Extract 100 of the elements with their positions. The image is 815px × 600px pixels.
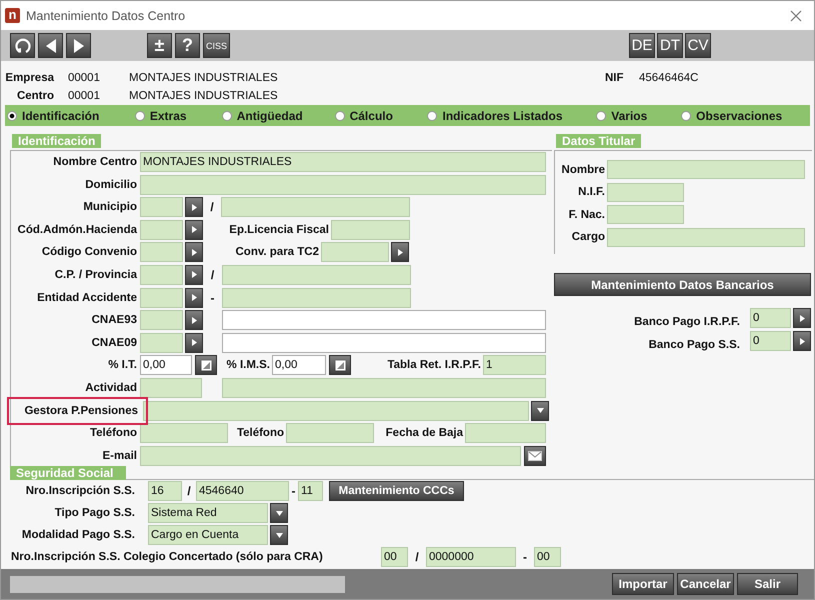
text-field[interactable] xyxy=(331,220,410,240)
text-field[interactable]: 00 xyxy=(381,547,408,567)
footer-button[interactable]: Importar xyxy=(612,573,674,595)
separator-text: / xyxy=(209,200,215,214)
text-field[interactable] xyxy=(140,288,183,308)
lookup-button[interactable] xyxy=(185,288,203,308)
tab-label[interactable]: Extras xyxy=(150,108,187,122)
text-field[interactable]: 0 xyxy=(750,308,791,328)
field-label: Tipo Pago S.S. xyxy=(54,507,135,519)
text-field[interactable] xyxy=(286,423,374,444)
tab-label[interactable]: Indicadores Listados xyxy=(442,108,563,122)
refresh-button[interactable] xyxy=(10,33,35,58)
text-field[interactable]: 11 xyxy=(298,481,323,501)
separator-text: / xyxy=(210,268,216,282)
text-field[interactable] xyxy=(222,288,411,308)
toolbar-button[interactable]: ± xyxy=(147,33,172,58)
right-triangle-icon xyxy=(190,316,198,325)
text-field[interactable] xyxy=(140,446,521,466)
field-label: Empresa xyxy=(4,72,54,84)
text-field[interactable] xyxy=(140,423,228,444)
lookup-button[interactable] xyxy=(793,308,811,328)
text-field[interactable] xyxy=(221,197,410,218)
close-icon[interactable] xyxy=(790,10,802,22)
text-field[interactable]: 4546640 xyxy=(196,481,289,501)
separator-text: / xyxy=(186,484,192,498)
radio-button[interactable] xyxy=(7,110,17,120)
text-field[interactable]: 00 xyxy=(534,547,561,567)
lookup-button[interactable] xyxy=(185,332,203,353)
text-field[interactable]: 0,00 xyxy=(272,355,326,376)
section-title: Identificación xyxy=(12,134,102,148)
next-button[interactable] xyxy=(66,33,91,58)
text-field[interactable] xyxy=(321,242,389,262)
toolbar-button[interactable]: CISS xyxy=(203,33,230,58)
text-field[interactable]: 0,00 xyxy=(140,355,192,376)
radio-button[interactable] xyxy=(222,110,232,120)
email-button[interactable] xyxy=(524,446,546,466)
lookup-button[interactable] xyxy=(391,242,409,262)
tab-label[interactable]: Antigüedad xyxy=(236,108,303,122)
toolbar-button[interactable]: DE xyxy=(629,33,655,58)
text-field[interactable] xyxy=(140,174,546,195)
dropdown-button[interactable] xyxy=(531,400,549,421)
text-field[interactable] xyxy=(140,378,202,398)
field-label: E-mail xyxy=(101,450,137,462)
text-field[interactable] xyxy=(140,242,183,262)
text-field[interactable] xyxy=(607,182,684,202)
footer-button[interactable]: Salir xyxy=(737,573,798,595)
lookup-button[interactable] xyxy=(185,242,203,262)
text-field[interactable]: Cargo en Cuenta xyxy=(148,525,268,545)
text-field[interactable] xyxy=(140,220,183,240)
text-field[interactable] xyxy=(607,205,684,224)
tab-label[interactable]: Cálculo xyxy=(350,108,393,122)
toolbar-button[interactable]: DT xyxy=(657,33,683,58)
lookup-button[interactable] xyxy=(185,310,203,330)
text-field[interactable] xyxy=(222,332,546,353)
lookup-button[interactable] xyxy=(185,264,203,285)
bank-data-button[interactable]: Mantenimiento Datos Bancarios xyxy=(554,273,811,296)
square-icon xyxy=(200,360,212,371)
previous-button[interactable] xyxy=(38,33,63,58)
calculator-button[interactable] xyxy=(329,355,351,376)
calculator-button[interactable] xyxy=(195,355,217,376)
text-field[interactable] xyxy=(607,228,805,246)
text-field[interactable]: 1 xyxy=(483,355,546,376)
text-field[interactable] xyxy=(140,310,183,330)
text-field[interactable]: Sistema Red xyxy=(148,503,268,523)
text-field[interactable] xyxy=(607,160,805,179)
dropdown-button[interactable] xyxy=(270,525,288,545)
text-field[interactable] xyxy=(222,378,546,398)
field-label: Entidad Accidente xyxy=(36,292,137,304)
lookup-button[interactable] xyxy=(185,197,203,218)
field-label: Tabla Ret. I.R.P.F. xyxy=(386,359,481,372)
text-field[interactable] xyxy=(465,423,546,444)
text-field[interactable]: MONTAJES INDUSTRIALES xyxy=(140,152,546,172)
company-code: 00001 xyxy=(68,72,101,84)
tab-label[interactable]: Observaciones xyxy=(696,108,782,122)
radio-button[interactable] xyxy=(134,110,145,120)
dropdown-button[interactable] xyxy=(270,503,288,523)
radio-button[interactable] xyxy=(681,110,692,120)
text-field[interactable] xyxy=(222,310,546,330)
tab-label[interactable]: Identificación xyxy=(22,108,100,122)
text-field[interactable] xyxy=(222,264,411,285)
text-field[interactable]: 0 xyxy=(750,331,791,351)
radio-button[interactable] xyxy=(596,110,606,120)
footer-button[interactable]: Cancelar xyxy=(677,573,734,595)
window-title: Mantenimiento Datos Centro xyxy=(26,8,186,22)
toolbar-button[interactable]: ? xyxy=(175,33,200,58)
text-field[interactable] xyxy=(143,400,529,421)
radio-button[interactable] xyxy=(427,110,438,120)
text-field[interactable] xyxy=(140,264,183,285)
action-button[interactable]: Mantenimiento CCCs xyxy=(329,481,464,501)
radio-button[interactable] xyxy=(334,110,345,120)
toolbar-button[interactable]: CV xyxy=(685,33,711,58)
text-field[interactable] xyxy=(140,332,183,353)
text-field[interactable] xyxy=(140,197,183,218)
field-label: Nombre xyxy=(560,164,605,176)
text-field[interactable]: 0000000 xyxy=(426,547,516,567)
lookup-button[interactable] xyxy=(793,331,811,351)
tab-label[interactable]: Varios xyxy=(611,108,648,122)
text-field[interactable]: 16 xyxy=(148,481,182,501)
lookup-button[interactable] xyxy=(185,220,203,240)
down-triangle-icon xyxy=(536,406,544,416)
